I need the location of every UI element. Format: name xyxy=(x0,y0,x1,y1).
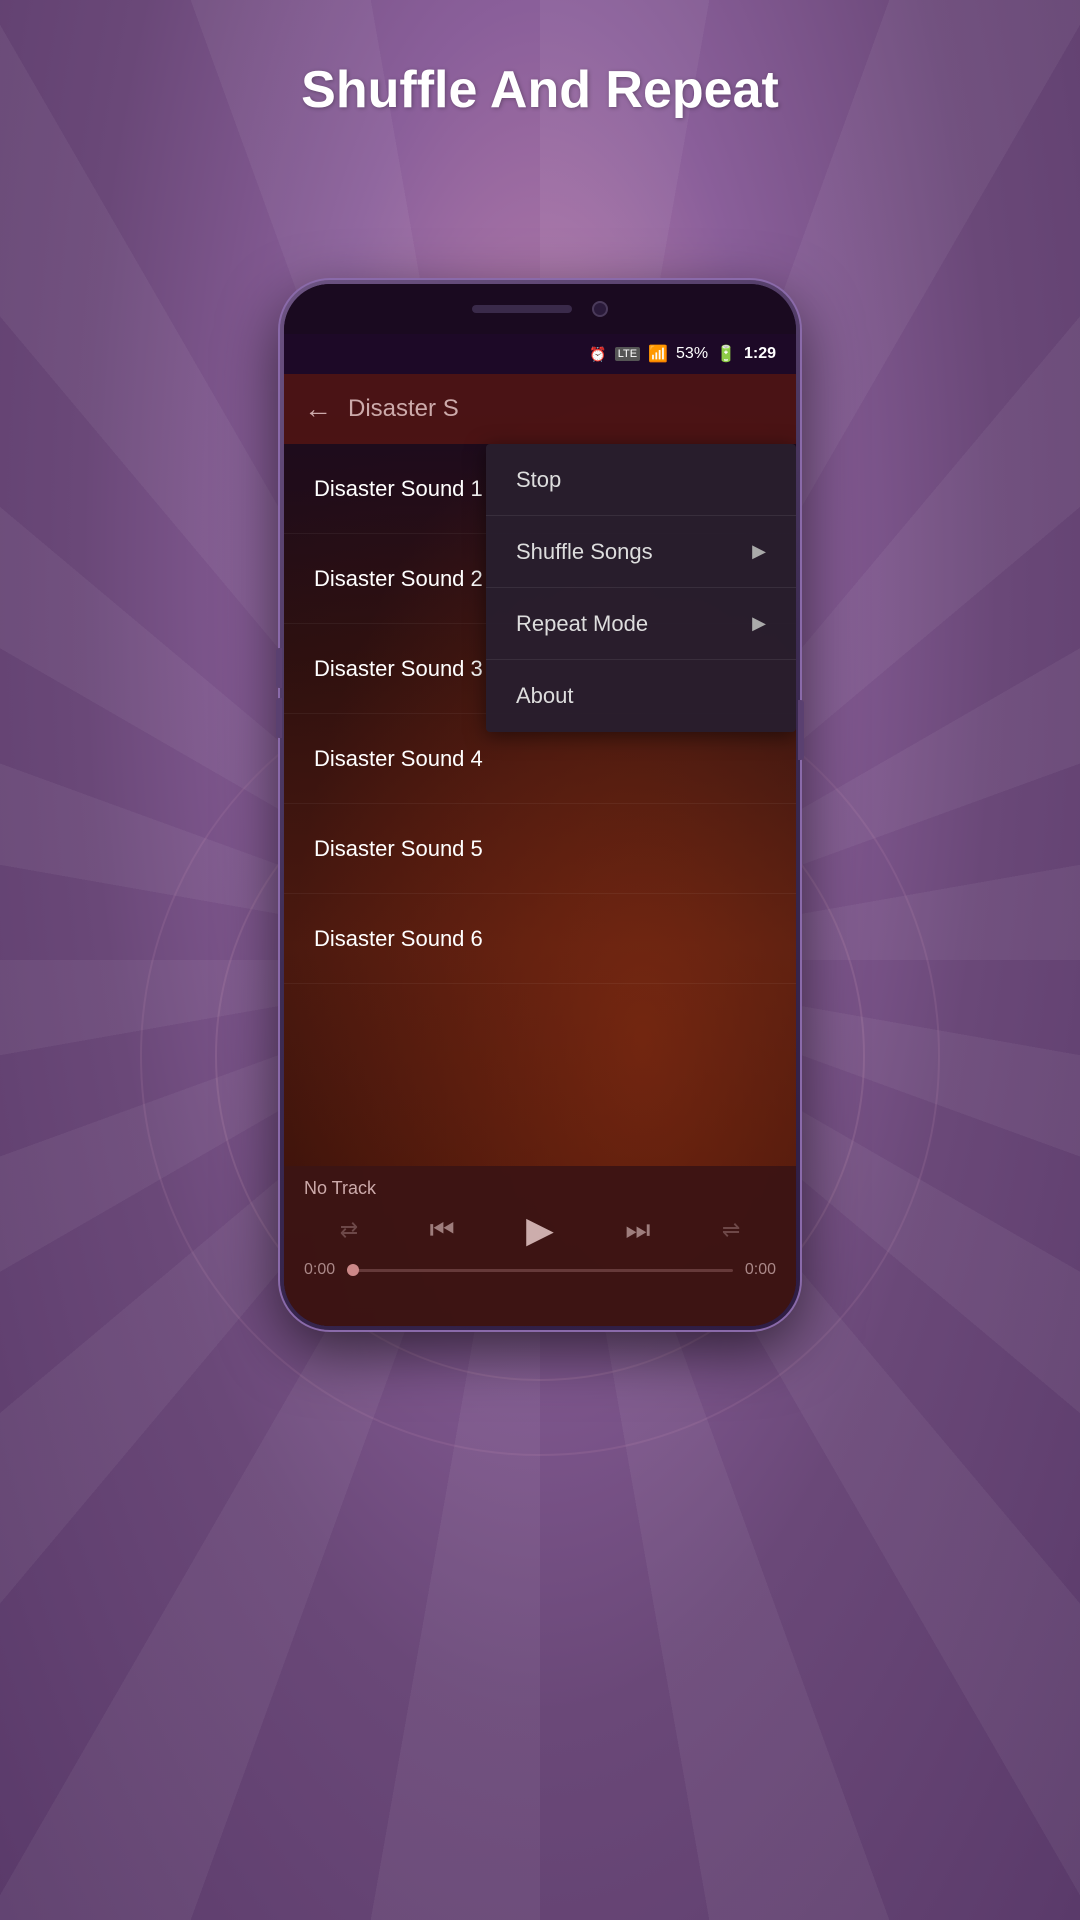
app-header: ← Disaster S xyxy=(284,374,796,444)
repeat-arrow-icon: ▶ xyxy=(752,613,766,634)
about-label: About xyxy=(516,683,574,709)
stop-label: Stop xyxy=(516,467,561,493)
player-controls: ⇄ ⏮ ▶ ⏭ ⇌ xyxy=(304,1209,776,1251)
menu-item-repeat[interactable]: Repeat Mode ▶ xyxy=(486,588,796,660)
phone-top-bar xyxy=(284,284,796,334)
song-name-5: Disaster Sound 5 xyxy=(314,836,483,862)
battery-percent: 53% xyxy=(676,345,708,363)
app-screen: ← Disaster S Stop Shuffle Songs ▶ Repeat… xyxy=(284,374,796,1326)
clock: 1:29 xyxy=(744,345,776,363)
menu-item-shuffle[interactable]: Shuffle Songs ▶ xyxy=(486,516,796,588)
repeat-button[interactable]: ⇌ xyxy=(722,1217,740,1243)
play-button[interactable]: ▶ xyxy=(526,1209,554,1251)
volume-up-button xyxy=(276,648,282,688)
next-button[interactable]: ⏭ xyxy=(625,1214,650,1247)
page-title: Shuffle And Repeat xyxy=(0,60,1080,120)
prev-button[interactable]: ⏮ xyxy=(430,1214,455,1247)
song-item-6[interactable]: Disaster Sound 6 xyxy=(284,894,796,984)
volume-down-button xyxy=(276,698,282,738)
song-item-5[interactable]: Disaster Sound 5 xyxy=(284,804,796,894)
time-row: 0:00 0:00 xyxy=(304,1261,776,1279)
song-name-4: Disaster Sound 4 xyxy=(314,746,483,772)
repeat-label: Repeat Mode xyxy=(516,611,648,637)
menu-item-stop[interactable]: Stop xyxy=(486,444,796,516)
context-menu: Stop Shuffle Songs ▶ Repeat Mode ▶ About xyxy=(486,444,796,732)
menu-item-about[interactable]: About xyxy=(486,660,796,732)
back-button[interactable]: ← xyxy=(304,393,332,425)
phone-speaker xyxy=(472,305,572,313)
shuffle-button[interactable]: ⇄ xyxy=(340,1217,358,1243)
status-bar: ⏰ LTE 📶 53% 🔋 1:29 xyxy=(284,334,796,374)
progress-dot xyxy=(347,1264,359,1276)
power-button xyxy=(798,700,804,760)
time-start: 0:00 xyxy=(304,1261,335,1279)
song-name-1: Disaster Sound 1 xyxy=(314,476,483,502)
lte-badge: LTE xyxy=(615,347,640,361)
phone-camera xyxy=(592,301,608,317)
song-name-3: Disaster Sound 3 xyxy=(314,656,483,682)
shuffle-arrow-icon: ▶ xyxy=(752,541,766,562)
shuffle-label: Shuffle Songs xyxy=(516,539,653,565)
signal-icon: 📶 xyxy=(648,344,668,364)
battery-icon: 🔋 xyxy=(716,344,736,364)
alarm-icon: ⏰ xyxy=(589,346,606,363)
time-end: 0:00 xyxy=(745,1261,776,1279)
song-name-6: Disaster Sound 6 xyxy=(314,926,483,952)
track-name: No Track xyxy=(304,1178,776,1199)
player-bar: No Track ⇄ ⏮ ▶ ⏭ ⇌ 0:00 0:00 xyxy=(284,1166,796,1326)
song-name-2: Disaster Sound 2 xyxy=(314,566,483,592)
phone-device: ⏰ LTE 📶 53% 🔋 1:29 ← Disaster S xyxy=(280,280,800,1330)
app-title: Disaster S xyxy=(348,395,459,423)
progress-bar[interactable] xyxy=(347,1269,733,1272)
